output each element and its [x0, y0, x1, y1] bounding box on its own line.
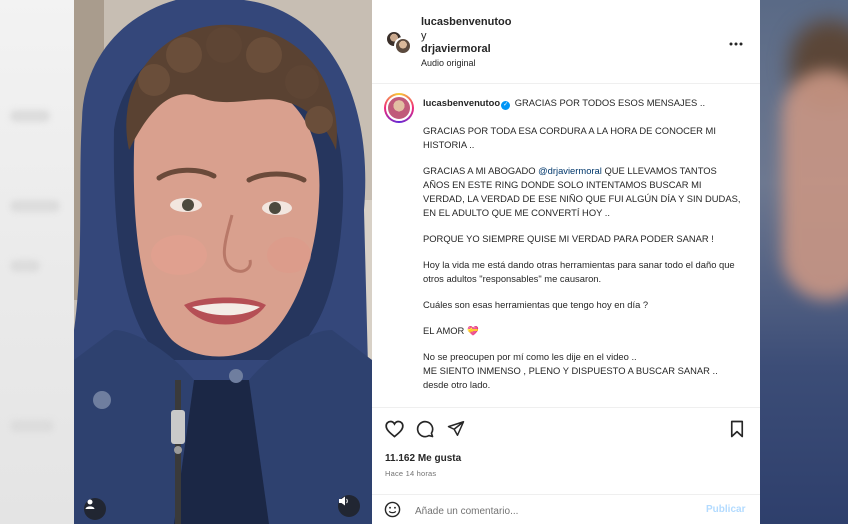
mention-link[interactable]: @drjaviermoral — [538, 165, 602, 176]
caption-paragraph: No se preocupen por mí como les dije en … — [423, 350, 745, 392]
caption-paragraph: PORQUE YO SIEMPRE QUISE MI VERDAD PARA P… — [423, 233, 714, 244]
audio-toggle-button[interactable] — [338, 495, 360, 517]
avatar — [394, 37, 412, 55]
caption-line: desde otro lado. — [423, 379, 491, 390]
save-button[interactable] — [729, 420, 745, 443]
caption-paragraph: Cuáles son esas herramientas que tengo h… — [423, 299, 649, 310]
post-header: lucasbenvenutoo y drjaviermoral Audio or… — [372, 0, 760, 84]
caption-line: No se preocupen por mí como les dije en … — [423, 351, 637, 362]
post-actions: 11.162 Me gusta Hace 14 horas — [372, 407, 760, 497]
user-tag-button[interactable] — [84, 498, 106, 520]
background-right-blur — [760, 0, 848, 524]
more-options-button[interactable] — [729, 33, 743, 51]
caption-line: GRACIAS POR TODOS ESOS MENSAJES .. — [514, 97, 706, 108]
caption-text: lucasbenvenutoo ✓ GRACIAS POR TODOS ESOS … — [423, 96, 745, 404]
caption-paragraph: Hoy la vida me está dando otras herramie… — [423, 259, 735, 284]
post-photo — [74, 0, 372, 524]
like-button[interactable] — [385, 420, 404, 443]
caption-paragraph: GRACIAS POR TODA ESA CORDURA A LA HORA D… — [423, 125, 716, 150]
more-horizontal-icon — [729, 42, 743, 46]
audio-label-link[interactable]: Audio original — [421, 58, 476, 68]
caption-line: ME SIENTO INMENSO , PLENO Y DISPUESTO A … — [423, 365, 718, 376]
share-button[interactable] — [447, 420, 465, 442]
caption-paragraph: EL AMOR 💝 — [423, 324, 745, 338]
caption-author-avatar[interactable] — [384, 93, 414, 123]
comment-icon — [416, 420, 434, 438]
heart-gift-emoji: 💝 — [466, 325, 479, 336]
post-caption: lucasbenvenutoo ✓ GRACIAS POR TODOS ESOS … — [372, 85, 760, 407]
caption-segment: GRACIAS A MI ABOGADO — [423, 165, 539, 176]
collab-connector: y — [421, 30, 427, 42]
verified-badge-icon: ✓ — [501, 101, 511, 110]
publish-button[interactable]: Publicar — [706, 504, 745, 515]
send-icon — [447, 421, 465, 436]
heart-icon — [385, 420, 404, 438]
collab-avatars[interactable] — [385, 30, 413, 56]
caption-segment: EL AMOR — [423, 325, 465, 336]
post-media[interactable] — [74, 0, 372, 524]
emoji-icon — [384, 501, 401, 518]
emoji-picker-button[interactable] — [384, 501, 401, 523]
caption-paragraph: GRACIAS A MI ABOGADO @drjaviermoral QUE … — [423, 164, 745, 220]
comment-input[interactable] — [415, 503, 695, 519]
bookmark-icon — [730, 420, 744, 438]
background-left-blur — [0, 0, 74, 524]
likes-count[interactable]: 11.162 Me gusta — [385, 453, 461, 464]
post-panel: lucasbenvenutoo y drjaviermoral Audio or… — [372, 0, 760, 524]
caption-username-link[interactable]: lucasbenvenutoo — [423, 97, 500, 108]
collab-username-link[interactable]: drjaviermoral — [421, 43, 491, 55]
post-timestamp[interactable]: Hace 14 horas — [385, 469, 436, 478]
comment-bar: Publicar — [372, 494, 760, 524]
author-username-link[interactable]: lucasbenvenutoo — [421, 16, 511, 28]
comment-button[interactable] — [416, 420, 434, 443]
